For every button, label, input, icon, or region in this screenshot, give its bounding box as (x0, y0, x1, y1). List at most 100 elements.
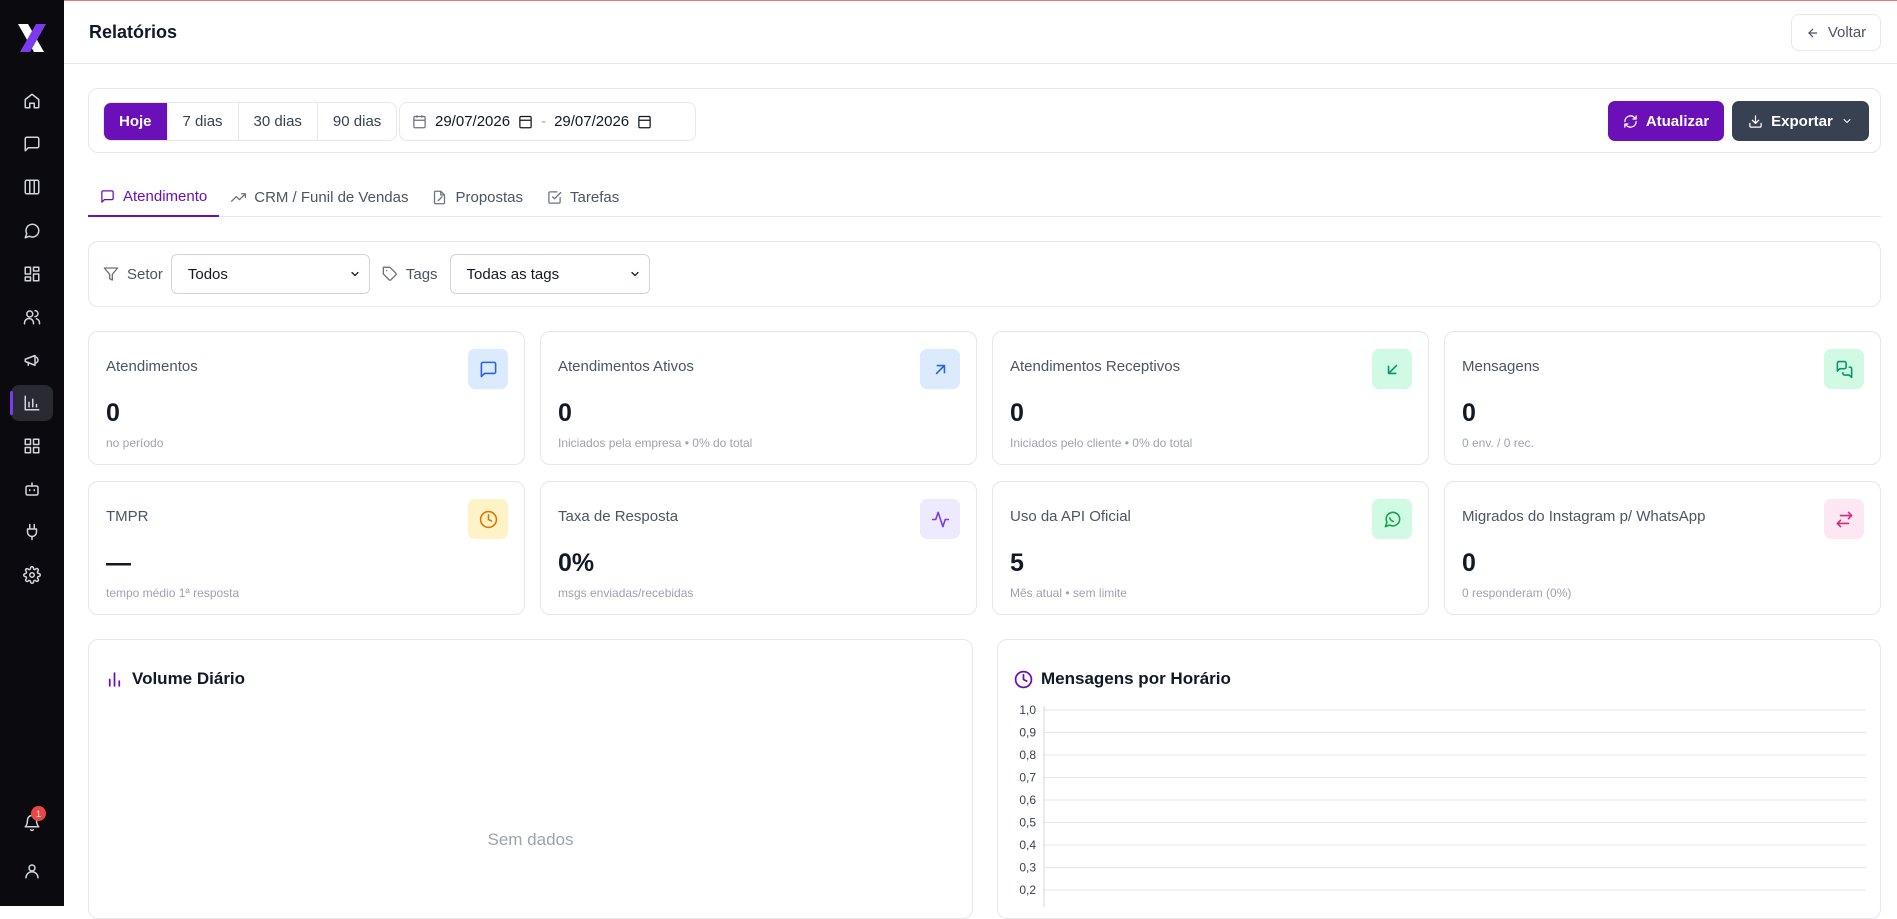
kpi-icon-box (920, 349, 960, 389)
nav-campaigns[interactable] (11, 342, 53, 378)
user-icon (25, 864, 39, 879)
nav-home[interactable] (11, 83, 53, 119)
nav-integrations[interactable] (11, 514, 53, 550)
export-label: Exportar (1771, 112, 1833, 130)
nav-bots[interactable] (11, 471, 53, 507)
range-selector: Hoje 7 dias 30 dias 90 dias (103, 102, 398, 141)
tab-label: CRM / Funil de Vendas (254, 189, 409, 206)
kpi-icon-box (1372, 499, 1412, 539)
bot-icon (25, 482, 39, 496)
chevron-down-icon (630, 271, 639, 277)
kpi-icon-box (1824, 499, 1864, 539)
nav-notifications[interactable]: 1 (11, 805, 53, 841)
start-date-input[interactable]: 29/07/2026 (435, 113, 510, 130)
kpi-subtitle: 0 env. / 0 rec. (1462, 436, 1534, 450)
bar-chart-icon (108, 671, 121, 687)
kpi-title: Atendimentos (106, 358, 198, 375)
y-tick-label: 0,3 (1019, 861, 1036, 875)
arrow-left-icon (1807, 28, 1817, 37)
date-range: 29/07/2026 - 29/07/2026 (399, 102, 696, 141)
kpi-subtitle: Iniciados pelo cliente • 0% do total (1010, 436, 1193, 450)
trending-up-icon (231, 193, 247, 202)
kpi-card: Mensagens 0 0 env. / 0 rec. (1444, 331, 1881, 465)
export-button[interactable]: Exportar (1732, 101, 1869, 141)
range-90-days[interactable]: 90 dias (318, 103, 396, 140)
kpi-card: Uso da API Oficial 5 Mês atual • sem limit… (992, 481, 1429, 615)
report-tabs: Atendimento CRM / Funil de Vendas Propos… (88, 178, 1881, 217)
kpi-value: 0 (1010, 399, 1024, 427)
nav-chat[interactable] (11, 126, 53, 162)
nav-messages[interactable] (11, 213, 53, 249)
back-button[interactable]: Voltar (1791, 14, 1881, 51)
kpi-icon-box (1824, 349, 1864, 389)
messages-icon (1836, 360, 1852, 378)
range-30-days[interactable]: 30 dias (239, 103, 318, 140)
kpi-card: Atendimentos 0 no período (88, 331, 525, 465)
nav-kanban[interactable] (11, 169, 53, 205)
range-7-days[interactable]: 7 dias (168, 103, 239, 140)
swap-icon (1836, 511, 1852, 527)
chevron-down-icon (1843, 119, 1851, 123)
filter-icon (103, 267, 119, 281)
settings-icon (23, 566, 41, 584)
tab-atendimento[interactable]: Atendimento (88, 178, 220, 217)
daily-volume-title: Volume Diário (105, 669, 245, 689)
end-date-input[interactable]: 29/07/2026 (554, 113, 629, 130)
nav-apps[interactable] (11, 428, 53, 464)
range-today[interactable]: Hoje (104, 103, 168, 140)
sector-value: Todos (187, 265, 228, 283)
y-tick-label: 0,8 (1019, 748, 1036, 762)
kpi-title: Uso da API Oficial (1010, 508, 1131, 525)
chat-icon (24, 136, 40, 152)
page-title: Relatórios (89, 22, 178, 42)
tags-select[interactable]: Todas as tags (449, 254, 650, 294)
header: Relatórios Voltar (64, 0, 1897, 64)
clock-icon (479, 510, 497, 528)
nav-settings[interactable] (11, 557, 53, 593)
tab-propostas[interactable]: Propostas (420, 178, 535, 217)
nav-dashboard[interactable] (11, 256, 53, 292)
chart-icon (24, 395, 40, 411)
start-date-picker-icon[interactable] (518, 114, 533, 129)
tab-crm[interactable]: CRM / Funil de Vendas (219, 178, 420, 217)
hourly-chart: 1,0 0,9 0,8 0,7 0,6 0,5 0,4 0,3 0,2 (1019, 703, 1866, 907)
sector-select[interactable]: Todos (170, 254, 370, 294)
nav-users[interactable] (11, 299, 53, 335)
end-date-picker-icon[interactable] (637, 114, 652, 129)
kpi-value: 0 (1462, 549, 1476, 577)
nav-reports[interactable] (10, 385, 53, 421)
kpi-icon-box (1372, 349, 1412, 389)
tab-label: Propostas (455, 189, 524, 206)
update-label: Atualizar (1645, 112, 1710, 130)
kpi-title: TMPR (106, 508, 149, 525)
kpi-card: Taxa de Resposta 0% msgs enviadas/recebida… (540, 481, 977, 615)
refresh-icon (1624, 114, 1637, 128)
kpi-subtitle: msgs enviadas/recebidas (558, 586, 694, 600)
kpi-card: TMPR — tempo médio 1ª resposta (88, 481, 525, 615)
kpi-icon-box (468, 349, 508, 389)
kpi-card: Migrados do Instagram p/ WhatsApp 0 0 resp… (1444, 481, 1881, 615)
y-tick-label: 1,0 (1019, 703, 1036, 717)
panel-title-text: Volume Diário (132, 669, 246, 688)
y-tick-label: 0,9 (1019, 726, 1036, 740)
sidebar: 1 (0, 0, 64, 906)
kpi-title: Atendimentos Ativos (558, 358, 694, 375)
y-tick-label: 0,6 (1019, 793, 1036, 807)
tab-label: Tarefas (570, 189, 620, 206)
nav-profile[interactable] (11, 853, 53, 889)
calendar-icon (413, 115, 426, 129)
update-button[interactable]: Atualizar (1608, 101, 1724, 141)
logo-icon[interactable] (14, 20, 50, 56)
check-square-icon (548, 191, 562, 204)
file-edit-icon (434, 190, 446, 205)
tab-tarefas[interactable]: Tarefas (535, 178, 631, 217)
kpi-card: Atendimentos Receptivos 0 Iniciados pelo c… (992, 331, 1429, 465)
whatsapp-icon (1384, 511, 1400, 527)
y-tick-label: 0,5 (1019, 816, 1036, 830)
hourly-messages-panel: Mensagens por Horário 1,0 0,9 0,8 0,7 0,6 0,5… (997, 639, 1881, 919)
kpi-value: 0% (558, 549, 595, 577)
kpi-subtitle: no período (106, 436, 164, 450)
message-square-icon (101, 190, 114, 203)
tags-label: Tags (405, 265, 438, 283)
kpi-icon-box (468, 499, 508, 539)
